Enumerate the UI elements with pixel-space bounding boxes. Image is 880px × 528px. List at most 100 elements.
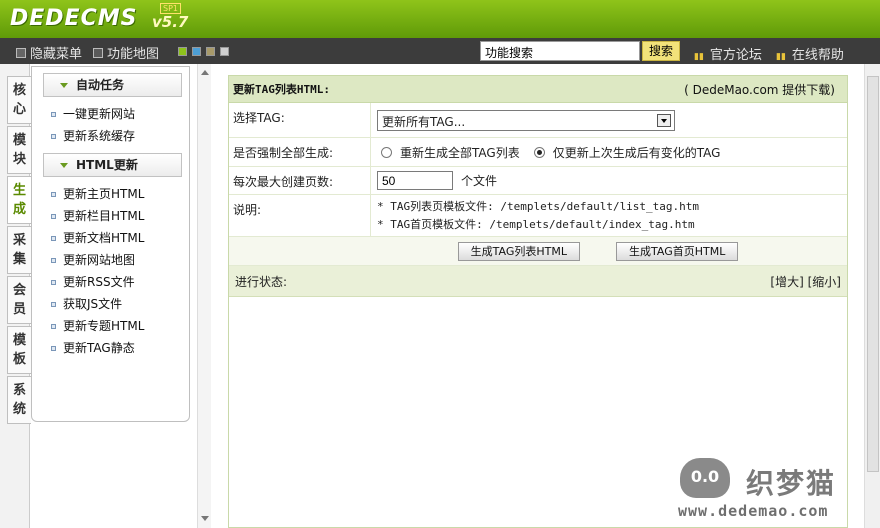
radio-update-changed[interactable] [533, 146, 545, 158]
tab-label: 采 集 [12, 233, 26, 267]
group-title: HTML更新 [76, 158, 138, 172]
signal-icon: ▮▮ [776, 52, 786, 62]
hide-menu-button[interactable]: 隐藏菜单 [16, 43, 82, 62]
panel-title: 更新TAG列表HTML: [233, 83, 330, 96]
menu-item[interactable]: 一键更新网站 [50, 103, 189, 125]
menu-item[interactable]: 更新栏目HTML [50, 205, 189, 227]
menu-item-label: 更新文档HTML [63, 231, 145, 245]
help-link-label: 在线帮助 [791, 48, 844, 63]
enlarge-link[interactable]: [增大] [770, 275, 803, 289]
menu-item[interactable]: 更新文档HTML [50, 227, 189, 249]
tab-core[interactable]: 核 心 [7, 76, 31, 124]
forum-link-label: 官方论坛 [709, 48, 762, 63]
grid-icon [93, 47, 103, 58]
menu-item[interactable]: 更新网站地图 [50, 249, 189, 271]
bullet-icon [51, 280, 56, 285]
side-menu: 自动任务 一键更新网站 更新系统缓存 HTML更新 更新主页HTML 更新栏目H… [31, 66, 190, 422]
logo-sp-badge: SP1 [160, 3, 181, 14]
scroll-thumb[interactable] [867, 76, 879, 472]
shrink-link[interactable]: [缩小] [808, 275, 841, 289]
radio-regenerate-all-label[interactable]: 重新生成全部TAG列表 [400, 144, 520, 161]
generate-list-button[interactable]: 生成TAG列表HTML [457, 241, 580, 261]
dropdown-arrow-icon[interactable] [657, 113, 671, 127]
forum-link[interactable]: ▮▮ 官方论坛 [694, 44, 762, 63]
menu-group-html-update[interactable]: HTML更新 [43, 153, 182, 177]
tab-templates[interactable]: 模 板 [7, 326, 31, 374]
logo-version: v5.7 [152, 13, 189, 31]
tab-label: 系 统 [12, 383, 26, 417]
max-pages-input[interactable] [377, 171, 453, 190]
logo: DEDECMS [10, 6, 138, 31]
max-pages-unit: 个文件 [461, 174, 498, 188]
scroll-up-icon[interactable] [201, 70, 209, 75]
force-label: 是否强制全部生成: [229, 138, 371, 166]
generate-index-button[interactable]: 生成TAG首页HTML [616, 241, 739, 261]
signal-icon: ▮▮ [694, 52, 704, 62]
download-note: ( DedeMao.com 提供下载) [684, 82, 835, 97]
radio-update-changed-label[interactable]: 仅更新上次生成后有变化的TAG [553, 144, 721, 161]
bullet-icon [51, 192, 56, 197]
description-label: 说明: [229, 195, 371, 236]
menu-item-label: 更新栏目HTML [63, 209, 145, 223]
scroll-down-icon[interactable] [201, 516, 209, 521]
tag-select-value: 更新所有TAG... [382, 114, 466, 129]
menu-item-label: 获取JS文件 [63, 297, 123, 311]
hide-menu-label: 隐藏菜单 [30, 47, 83, 62]
description-row: 说明: * TAG列表页模板文件: /templets/default/list… [229, 195, 847, 237]
search-input[interactable]: 功能搜索 [480, 41, 640, 61]
menu-item[interactable]: 更新专题HTML [50, 315, 189, 337]
menu-scrollbar[interactable] [197, 64, 211, 528]
sitemap-button[interactable]: 功能地图 [93, 43, 159, 62]
theme-swatch-gray[interactable] [220, 47, 229, 56]
theme-swatch-green[interactable] [178, 47, 187, 56]
top-header: DEDECMS v5.7 SP1 [0, 0, 880, 38]
bullet-icon [51, 302, 56, 307]
tab-collect[interactable]: 采 集 [7, 226, 31, 274]
menu-item[interactable]: 更新TAG静态 [50, 337, 189, 359]
nav-bar: 隐藏菜单 功能地图 功能搜索 搜索 ▮▮ 官方论坛 ▮▮ 在线帮助 [0, 38, 880, 64]
collapse-arrow-icon [60, 163, 68, 168]
menu-item-label: 更新主页HTML [63, 187, 145, 201]
menu-item-label: 一键更新网站 [63, 107, 136, 121]
bullet-icon [51, 236, 56, 241]
collapse-arrow-icon [60, 83, 68, 88]
tab-modules[interactable]: 模 块 [7, 126, 31, 174]
radio-regenerate-all[interactable] [381, 146, 392, 158]
menu-item-label: 更新RSS文件 [63, 275, 135, 289]
left-tab-rail: 核 心 模 块 生 成 采 集 会 员 模 板 系 统 [0, 64, 31, 528]
tab-label: 核 心 [12, 83, 26, 117]
tag-select[interactable]: 更新所有TAG... [377, 109, 675, 131]
bullet-icon [51, 214, 56, 219]
menu-group-auto-tasks[interactable]: 自动任务 [43, 73, 182, 97]
tab-system[interactable]: 系 统 [7, 376, 31, 424]
bullet-icon [51, 134, 56, 139]
menu-item[interactable]: 获取JS文件 [50, 293, 189, 315]
tab-label: 模 板 [12, 333, 26, 367]
menu-item-label: 更新网站地图 [63, 253, 136, 267]
tab-members[interactable]: 会 员 [7, 276, 31, 324]
tab-generate[interactable]: 生 成 [7, 176, 31, 224]
theme-swatch-blue[interactable] [192, 47, 201, 56]
tab-label: 生 成 [12, 183, 26, 217]
watermark: 0.0 织梦猫 www.dedemao.com [676, 458, 876, 524]
watermark-name: 织梦猫 [746, 467, 837, 500]
menu-item-label: 更新TAG静态 [63, 341, 135, 355]
menu-item[interactable]: 更新系统缓存 [50, 125, 189, 147]
watermark-url: www.dedemao.com [678, 502, 829, 520]
desc-line: * TAG首页模板文件: /templets/default/index_tag… [377, 218, 695, 231]
status-label: 进行状态: [235, 274, 288, 289]
search-button[interactable]: 搜索 [642, 41, 680, 61]
desc-line: * TAG列表页模板文件: /templets/default/list_tag… [377, 200, 700, 213]
group-title: 自动任务 [76, 78, 125, 92]
menu-item[interactable]: 更新主页HTML [50, 183, 189, 205]
menu-item[interactable]: 更新RSS文件 [50, 271, 189, 293]
help-link[interactable]: ▮▮ 在线帮助 [776, 44, 844, 63]
theme-swatch-brown[interactable] [206, 47, 215, 56]
hide-menu-icon [16, 47, 26, 58]
bullet-icon [51, 346, 56, 351]
panel-header: 更新TAG列表HTML: ( DedeMao.com 提供下载) [229, 76, 847, 103]
max-pages-label: 每次最大创建页数: [229, 167, 371, 194]
status-bar: 进行状态: [增大] [缩小] [229, 266, 847, 297]
force-row: 是否强制全部生成: 重新生成全部TAG列表 仅更新上次生成后有变化的TAG [229, 138, 847, 167]
select-tag-row: 选择TAG: 更新所有TAG... [229, 103, 847, 138]
